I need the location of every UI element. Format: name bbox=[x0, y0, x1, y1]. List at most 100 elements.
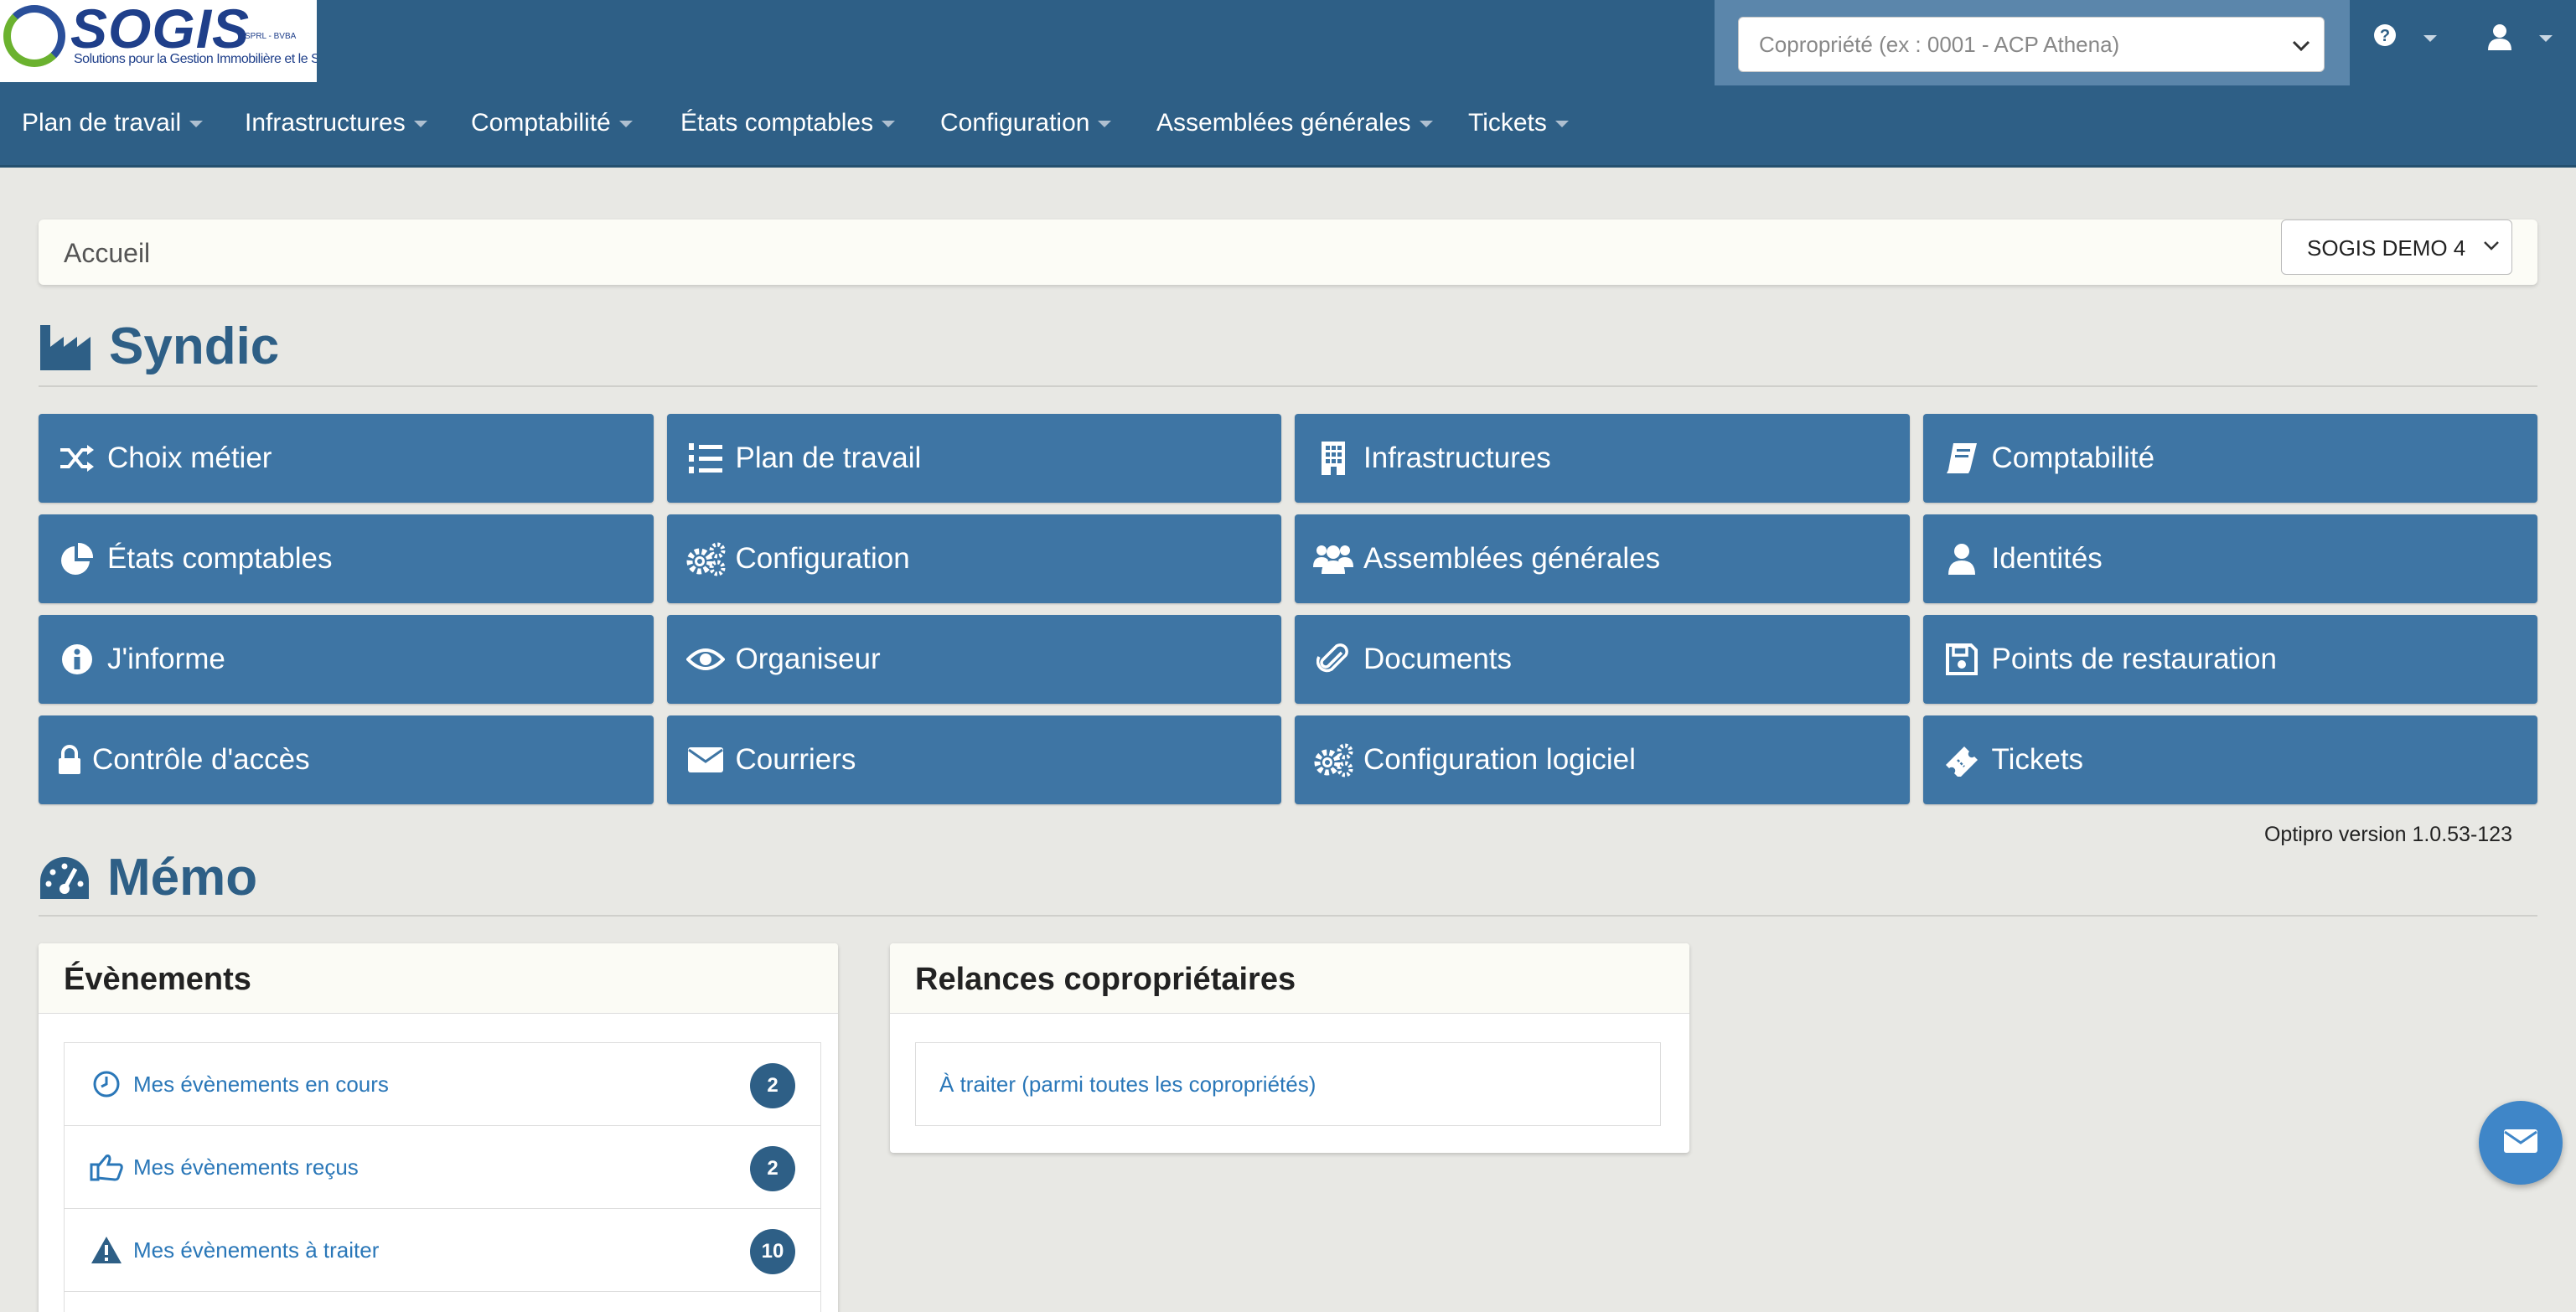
tile-label: Infrastructures bbox=[1363, 442, 1551, 474]
cogs-icon bbox=[685, 540, 726, 577]
tile-label: Documents bbox=[1363, 643, 1513, 675]
list-item-relances-to-process[interactable]: À traiter (parmi toutes les copropriétés… bbox=[915, 1042, 1661, 1126]
list-item-label: Mes évènements reçus bbox=[133, 1154, 359, 1180]
building-icon bbox=[1313, 440, 1353, 477]
memo-title: Mémo bbox=[107, 849, 258, 907]
tile-identites[interactable]: Identités bbox=[1922, 514, 2537, 603]
cogs-icon bbox=[1313, 741, 1353, 778]
nav-label: Assemblées générales bbox=[1156, 109, 1411, 137]
sogis-logo[interactable]: SOGIS SPRL - BVBA Solutions pour la Gest… bbox=[0, 0, 317, 82]
tile-etats-comptables[interactable]: États comptables bbox=[39, 514, 654, 603]
dashboard-icon bbox=[40, 856, 89, 899]
caret-down-icon bbox=[413, 121, 427, 128]
company-select[interactable]: SOGIS DEMO 4 bbox=[2281, 220, 2512, 275]
nav-tickets[interactable]: Tickets bbox=[1468, 109, 1569, 137]
tile-infrastructures[interactable]: Infrastructures bbox=[1295, 414, 1910, 503]
tile-label: Assemblées générales bbox=[1363, 542, 1661, 575]
book-icon bbox=[1942, 440, 1982, 477]
industry-icon bbox=[40, 324, 91, 370]
question-circle-icon[interactable]: ? bbox=[2373, 23, 2397, 54]
tile-choix-metier[interactable]: Choix métier bbox=[39, 414, 654, 503]
tile-label: Points de restauration bbox=[1991, 643, 2277, 675]
copro-select-placeholder: Copropriété (ex : 0001 - ACP Athena) bbox=[1759, 32, 2120, 57]
tile-label: Choix métier bbox=[107, 442, 272, 474]
list-item-partial[interactable] bbox=[64, 1291, 821, 1312]
user-icon bbox=[1942, 540, 1982, 577]
caret-down-icon bbox=[1098, 121, 1112, 128]
floppy-disk-icon bbox=[1942, 641, 1982, 678]
tile-label: Identités bbox=[1991, 542, 2103, 575]
user-icon[interactable] bbox=[2487, 23, 2512, 57]
breadcrumb-current[interactable]: Accueil bbox=[64, 238, 150, 269]
list-item-label: Mes évènements en cours bbox=[133, 1071, 389, 1097]
section-divider bbox=[39, 385, 2537, 387]
help-caret-icon[interactable] bbox=[2423, 35, 2437, 42]
list-item-label: À traiter (parmi toutes les copropriétés… bbox=[939, 1071, 1316, 1097]
caret-down-icon bbox=[189, 121, 204, 128]
nav-comptabilite[interactable]: Comptabilité bbox=[471, 109, 633, 137]
copro-select[interactable]: Copropriété (ex : 0001 - ACP Athena) bbox=[1738, 17, 2325, 72]
list-item-events-to-process[interactable]: Mes évènements à traiter 10 bbox=[64, 1208, 821, 1292]
tile-controle-d-acces[interactable]: Contrôle d'accès bbox=[39, 715, 654, 804]
nav-configuration[interactable]: Configuration bbox=[940, 109, 1112, 137]
nav-infrastructures[interactable]: Infrastructures bbox=[245, 109, 427, 137]
count-badge: 10 bbox=[750, 1229, 795, 1274]
tile-configuration[interactable]: Configuration bbox=[666, 514, 1281, 603]
tile-organiseur[interactable]: Organiseur bbox=[666, 615, 1281, 704]
tile-courriers[interactable]: Courriers bbox=[666, 715, 1281, 804]
list-item-events-received[interactable]: Mes évènements reçus 2 bbox=[64, 1125, 821, 1209]
nav-label: Configuration bbox=[940, 109, 1090, 137]
list-item-events-in-progress[interactable]: Mes évènements en cours 2 bbox=[64, 1042, 821, 1126]
tile-label: J'informe bbox=[107, 643, 225, 675]
warning-icon bbox=[88, 1235, 125, 1265]
users-icon bbox=[1313, 540, 1353, 577]
ticket-icon bbox=[1942, 741, 1982, 778]
paperclip-icon bbox=[1313, 641, 1353, 678]
tile-assemblees-generales[interactable]: Assemblées générales bbox=[1295, 514, 1910, 603]
tile-plan-de-travail[interactable]: Plan de travail bbox=[666, 414, 1281, 503]
info-circle-icon bbox=[57, 641, 97, 678]
memo-section-title: Mémo bbox=[39, 848, 257, 907]
logo-tagline: Solutions pour la Gestion Immobilière et… bbox=[74, 52, 317, 66]
syndic-section-title: Syndic bbox=[39, 317, 279, 376]
relances-panel: Relances copropriétaires À traiter (parm… bbox=[890, 943, 1689, 1153]
user-caret-icon[interactable] bbox=[2539, 35, 2553, 42]
tile-label: Configuration bbox=[735, 542, 910, 575]
top-bar: SOGIS SPRL - BVBA Solutions pour la Gest… bbox=[0, 0, 2576, 168]
tile-label: Configuration logiciel bbox=[1363, 743, 1636, 776]
caret-down-icon bbox=[882, 121, 896, 128]
relances-panel-title: Relances copropriétaires bbox=[890, 943, 1689, 1014]
tile-label: Tickets bbox=[1991, 743, 2084, 776]
tile-label: Contrôle d'accès bbox=[92, 743, 310, 776]
events-panel-title: Évènements bbox=[39, 943, 838, 1014]
tile-documents[interactable]: Documents bbox=[1295, 615, 1910, 704]
logo-legal: SPRL - BVBA bbox=[245, 32, 297, 41]
nav-plan-de-travail[interactable]: Plan de travail bbox=[22, 109, 204, 137]
lock-icon bbox=[57, 741, 82, 778]
tile-j-informe[interactable]: J'informe bbox=[39, 615, 654, 704]
company-select-value: SOGIS DEMO 4 bbox=[2307, 235, 2466, 261]
chevron-down-icon bbox=[2483, 234, 2500, 257]
syndic-title: Syndic bbox=[109, 318, 280, 375]
tile-label: Plan de travail bbox=[735, 442, 922, 474]
random-icon bbox=[57, 440, 97, 477]
syndic-tile-grid: Choix métier Plan de travail Infrastruct… bbox=[39, 414, 2537, 808]
caret-down-icon bbox=[618, 121, 633, 128]
nav-label: Infrastructures bbox=[245, 109, 406, 137]
svg-text:?: ? bbox=[2380, 27, 2390, 45]
tile-comptabilite[interactable]: Comptabilité bbox=[1922, 414, 2537, 503]
logo-ring-icon bbox=[3, 5, 65, 67]
count-badge: 2 bbox=[750, 1063, 795, 1108]
pie-chart-icon bbox=[57, 540, 97, 577]
count-badge: 2 bbox=[750, 1146, 795, 1191]
breadcrumb: Accueil SOGIS DEMO 4 bbox=[39, 220, 2537, 285]
copro-select-wrapper: Copropriété (ex : 0001 - ACP Athena) bbox=[1715, 0, 2350, 85]
nav-etats-comptables[interactable]: États comptables bbox=[680, 109, 896, 137]
nav-assemblees-generales[interactable]: Assemblées générales bbox=[1156, 109, 1433, 137]
tile-configuration-logiciel[interactable]: Configuration logiciel bbox=[1295, 715, 1910, 804]
nav-label: Plan de travail bbox=[22, 109, 182, 137]
mail-fab-button[interactable] bbox=[2479, 1101, 2563, 1185]
tile-tickets[interactable]: Tickets bbox=[1922, 715, 2537, 804]
tile-points-de-restauration[interactable]: Points de restauration bbox=[1922, 615, 2537, 704]
caret-down-icon bbox=[1419, 121, 1433, 128]
